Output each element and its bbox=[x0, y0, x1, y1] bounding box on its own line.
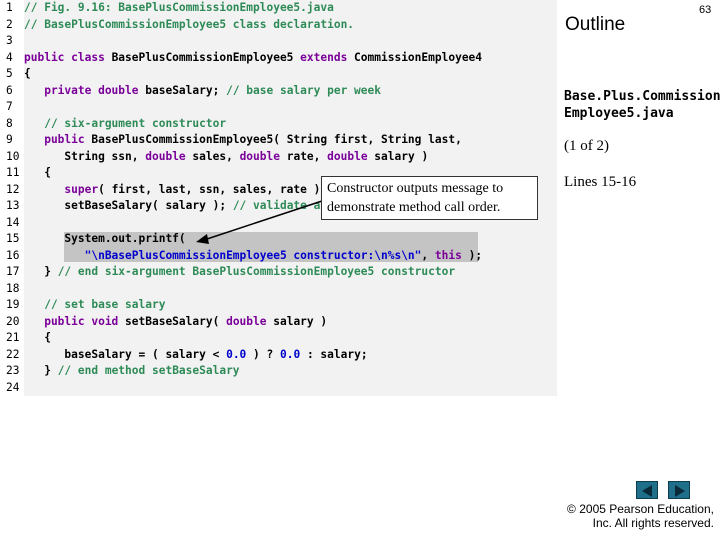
file-name-line: Employee5.java bbox=[564, 106, 674, 121]
triangle-left-icon bbox=[642, 485, 652, 497]
next-slide-button[interactable] bbox=[668, 481, 690, 499]
previous-slide-button[interactable] bbox=[636, 481, 658, 499]
page-number: 63 bbox=[699, 4, 712, 16]
copyright-notice: © 2005 Pearson Education, Inc. All right… bbox=[567, 502, 714, 530]
outline-title: Outline bbox=[565, 14, 626, 35]
callout-box: Constructor outputs message to demonstra… bbox=[321, 176, 538, 220]
lines-label: Lines 15-16 bbox=[564, 174, 637, 190]
copyright-line: Inc. All rights reserved. bbox=[592, 516, 714, 530]
file-name-line: Base.Plus.Commission bbox=[564, 89, 720, 104]
file-name: Base.Plus.Commission Employee5.java bbox=[564, 88, 720, 122]
triangle-right-icon bbox=[675, 485, 685, 497]
part-label: (1 of 2) bbox=[564, 138, 609, 154]
copyright-line: © 2005 Pearson Education, bbox=[567, 502, 714, 516]
callout-arrow bbox=[196, 200, 323, 244]
